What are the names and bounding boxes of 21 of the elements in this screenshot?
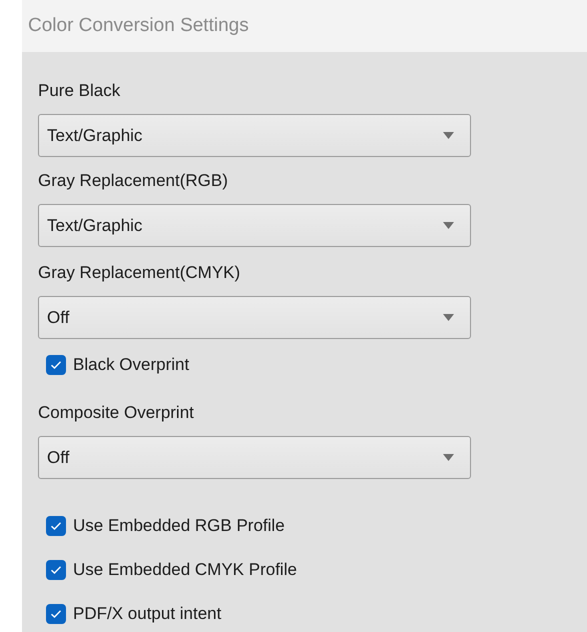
field-label: Pure Black (38, 80, 120, 102)
caret-icon (443, 132, 454, 139)
window-title: Color Conversion Settings (28, 15, 249, 37)
dropdown[interactable]: Text/Graphic (38, 114, 471, 157)
checkbox-label[interactable]: Use Embedded CMYK Profile (73, 558, 297, 582)
field-label: Gray Replacement(CMYK) (38, 262, 240, 284)
checkbox[interactable] (46, 516, 66, 536)
dropdown[interactable]: Off (38, 296, 471, 339)
caret-icon (443, 454, 454, 461)
caret-icon (443, 314, 454, 321)
checkbox-label[interactable]: Use Embedded RGB Profile (73, 514, 285, 538)
field-label: Composite Overprint (38, 402, 194, 424)
dropdown[interactable]: Text/Graphic (38, 204, 471, 247)
field-label: Gray Replacement(RGB) (38, 170, 228, 192)
dropdown[interactable]: Off (38, 436, 471, 479)
checkbox[interactable] (46, 560, 66, 580)
checkbox-label[interactable]: PDF/X output intent (73, 602, 222, 626)
checkbox-label[interactable]: Black Overprint (73, 353, 190, 377)
checkbox[interactable] (46, 604, 66, 624)
checkbox[interactable] (46, 355, 66, 375)
caret-icon (443, 222, 454, 229)
